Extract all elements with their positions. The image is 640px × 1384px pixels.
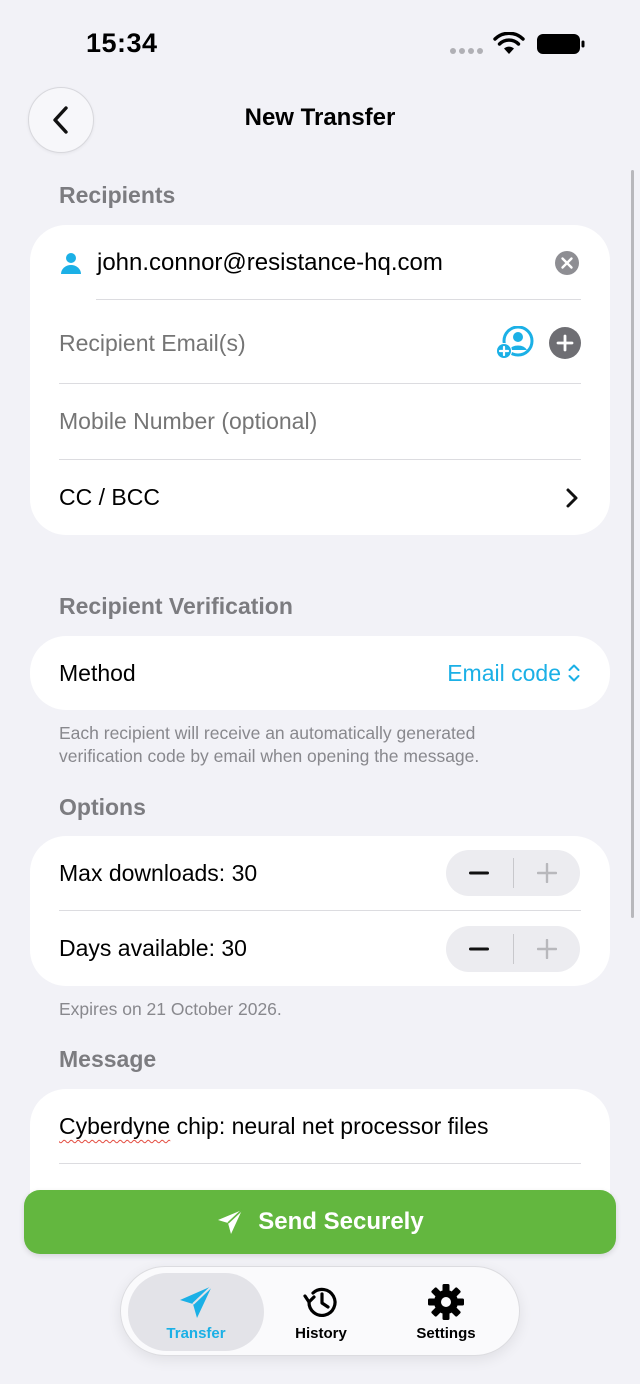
recipient-email: john.connor@resistance-hq.com bbox=[97, 249, 443, 276]
tab-label: Settings bbox=[416, 1324, 476, 1342]
message-subject-field[interactable]: Cyberdyne chip: neural net processor fil… bbox=[59, 1089, 581, 1164]
expiry-note: Expires on 21 October 2026. bbox=[59, 999, 282, 1019]
method-row[interactable]: Method Email code bbox=[59, 636, 581, 710]
chevron-right-icon bbox=[566, 488, 578, 507]
decrement-button[interactable] bbox=[446, 926, 513, 972]
remove-recipient-button[interactable] bbox=[555, 251, 579, 275]
increment-button[interactable] bbox=[514, 926, 581, 972]
person-add-icon bbox=[496, 326, 534, 359]
send-securely-button[interactable]: Send Securely bbox=[24, 1190, 616, 1254]
divider bbox=[96, 299, 581, 300]
history-icon bbox=[303, 1287, 337, 1317]
verification-header: Recipient Verification bbox=[59, 593, 293, 619]
recipient-email-input[interactable] bbox=[59, 329, 439, 357]
tab-transfer[interactable]: Transfer bbox=[128, 1273, 264, 1351]
minus-icon bbox=[469, 871, 490, 875]
mobile-number-row bbox=[59, 384, 581, 459]
message-subject-text: chip: neural net processor files bbox=[170, 1113, 489, 1139]
method-value: Email code bbox=[447, 659, 561, 686]
misspelled-word: Cyberdyne bbox=[59, 1113, 171, 1139]
recipient-email-row bbox=[59, 302, 581, 384]
message-subject[interactable]: Cyberdyne chip: neural net processor fil… bbox=[59, 1113, 489, 1140]
cellular-signal-icon bbox=[450, 48, 484, 56]
add-from-contacts-button[interactable] bbox=[495, 326, 535, 360]
options-card: Max downloads: 30 Days available: 30 bbox=[30, 836, 610, 986]
tab-label: Transfer bbox=[166, 1324, 226, 1342]
mobile-number-input[interactable] bbox=[59, 408, 539, 435]
decrement-button[interactable] bbox=[446, 850, 513, 896]
verification-note-line: verification code by email when opening … bbox=[59, 746, 480, 766]
plus-icon bbox=[536, 939, 557, 959]
minus-icon bbox=[469, 947, 490, 951]
tab-bar: Transfer History Settings bbox=[120, 1266, 520, 1356]
person-icon bbox=[61, 253, 81, 274]
send-button-label: Send Securely bbox=[258, 1208, 424, 1235]
recipients-header: Recipients bbox=[59, 182, 176, 208]
tab-settings[interactable]: Settings bbox=[396, 1273, 496, 1351]
verification-note: Each recipient will receive an automatic… bbox=[59, 722, 479, 768]
max-downloads-label: Max downloads: 30 bbox=[59, 860, 258, 886]
max-downloads-stepper[interactable] bbox=[446, 850, 580, 896]
screen: 15:34 New Transfer Recipients john.conno… bbox=[0, 0, 640, 1384]
message-card: Cyberdyne chip: neural net processor fil… bbox=[30, 1089, 610, 1199]
recipient-chip: john.connor@resistance-hq.com bbox=[59, 225, 581, 301]
recipients-card: john.connor@resistance-hq.com Recipient … bbox=[30, 225, 610, 535]
close-circle-icon bbox=[555, 251, 579, 275]
paper-plane-icon bbox=[180, 1284, 213, 1318]
cc-bcc-row[interactable]: CC / BCC bbox=[59, 460, 581, 535]
verification-note-line: Each recipient will receive an automatic… bbox=[59, 723, 476, 743]
increment-button[interactable] bbox=[514, 850, 581, 896]
method-label: Method bbox=[59, 659, 136, 686]
status-time: 15:34 bbox=[86, 28, 158, 58]
cc-bcc-label: CC / BCC bbox=[59, 484, 160, 510]
days-available-stepper[interactable] bbox=[446, 926, 580, 972]
page-title: New Transfer bbox=[244, 104, 396, 131]
tab-history[interactable]: History bbox=[271, 1273, 371, 1351]
message-header: Message bbox=[59, 1046, 157, 1072]
verification-card: Method Email code bbox=[30, 636, 610, 710]
tab-label: History bbox=[295, 1324, 347, 1342]
wifi-icon bbox=[493, 32, 525, 54]
battery-icon bbox=[537, 34, 585, 54]
method-select[interactable]: Email code bbox=[447, 660, 581, 687]
plus-circle-icon bbox=[549, 327, 581, 359]
divider bbox=[59, 1163, 581, 1164]
scrollbar[interactable] bbox=[631, 170, 634, 918]
paper-plane-icon bbox=[218, 1209, 243, 1234]
gear-icon bbox=[428, 1283, 464, 1320]
options-header: Options bbox=[59, 794, 146, 820]
days-available-label: Days available: 30 bbox=[59, 935, 247, 961]
chevron-up-down-icon bbox=[568, 664, 580, 682]
plus-icon bbox=[536, 863, 557, 883]
add-recipient-button[interactable] bbox=[549, 327, 581, 359]
